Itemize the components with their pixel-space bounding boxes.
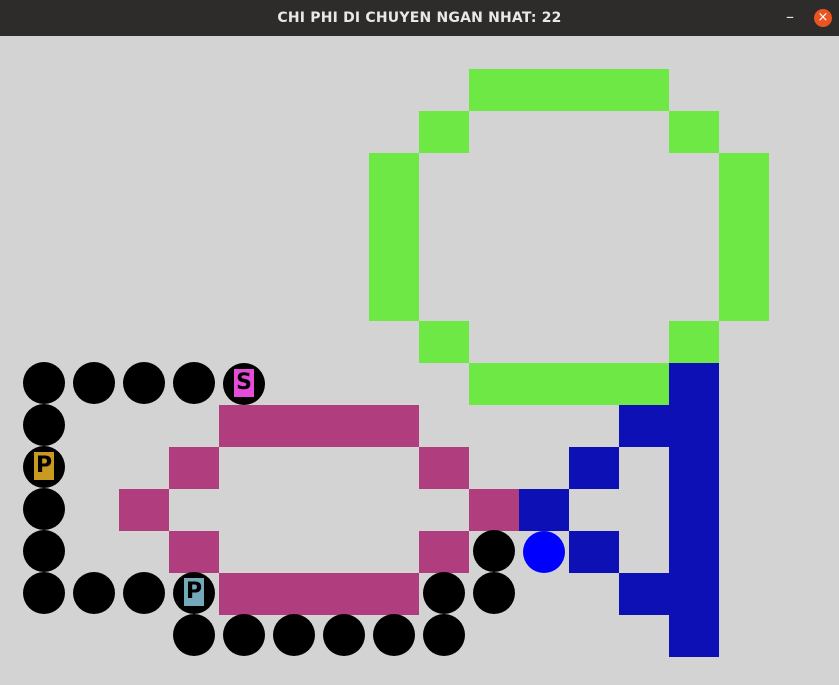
- path-node: [273, 614, 315, 656]
- green-obstacle: [719, 153, 769, 321]
- parking-2-label: P: [185, 579, 203, 604]
- magenta-obstacle: [419, 531, 469, 573]
- game-board: S P P: [0, 36, 839, 685]
- minimize-button[interactable]: –: [781, 9, 799, 27]
- path-node: [223, 614, 265, 656]
- magenta-obstacle: [169, 531, 219, 573]
- magenta-obstacle: [169, 447, 219, 489]
- navy-obstacle: [569, 531, 619, 573]
- magenta-obstacle: [119, 489, 169, 531]
- green-obstacle: [669, 111, 719, 153]
- path-node: [23, 404, 65, 446]
- green-obstacle: [419, 111, 469, 153]
- title-bar: CHI PHI DI CHUYEN NGAN NHAT: 22 – ×: [0, 0, 839, 36]
- navy-obstacle: [569, 447, 619, 489]
- path-node: [23, 362, 65, 404]
- path-node: [173, 362, 215, 404]
- path-node: [23, 488, 65, 530]
- path-node: [23, 572, 65, 614]
- navy-obstacle: [619, 573, 669, 615]
- green-obstacle: [469, 69, 669, 111]
- start-label: S: [236, 370, 252, 395]
- close-button[interactable]: ×: [814, 9, 832, 27]
- green-obstacle: [669, 321, 719, 363]
- navy-obstacle: [619, 405, 669, 447]
- navy-obstacle: [519, 489, 569, 531]
- magenta-obstacle: [219, 405, 419, 447]
- path-node: [473, 572, 515, 614]
- path-node: [123, 362, 165, 404]
- player-ball: [523, 531, 565, 573]
- green-obstacle: [419, 321, 469, 363]
- parking-1-label: P: [35, 453, 53, 478]
- path-node: [473, 530, 515, 572]
- window-title: CHI PHI DI CHUYEN NGAN NHAT: 22: [277, 10, 562, 26]
- path-node: [73, 362, 115, 404]
- path-node: [23, 530, 65, 572]
- path-node: [423, 614, 465, 656]
- path-node: [373, 614, 415, 656]
- magenta-obstacle: [419, 447, 469, 489]
- green-obstacle: [469, 363, 669, 405]
- path-node: [123, 572, 165, 614]
- green-obstacle: [369, 153, 419, 321]
- path-node: [323, 614, 365, 656]
- path-node: [423, 572, 465, 614]
- path-node: [173, 614, 215, 656]
- magenta-obstacle: [469, 489, 519, 531]
- magenta-obstacle: [219, 573, 419, 615]
- path-node: [73, 572, 115, 614]
- navy-obstacle: [669, 363, 719, 657]
